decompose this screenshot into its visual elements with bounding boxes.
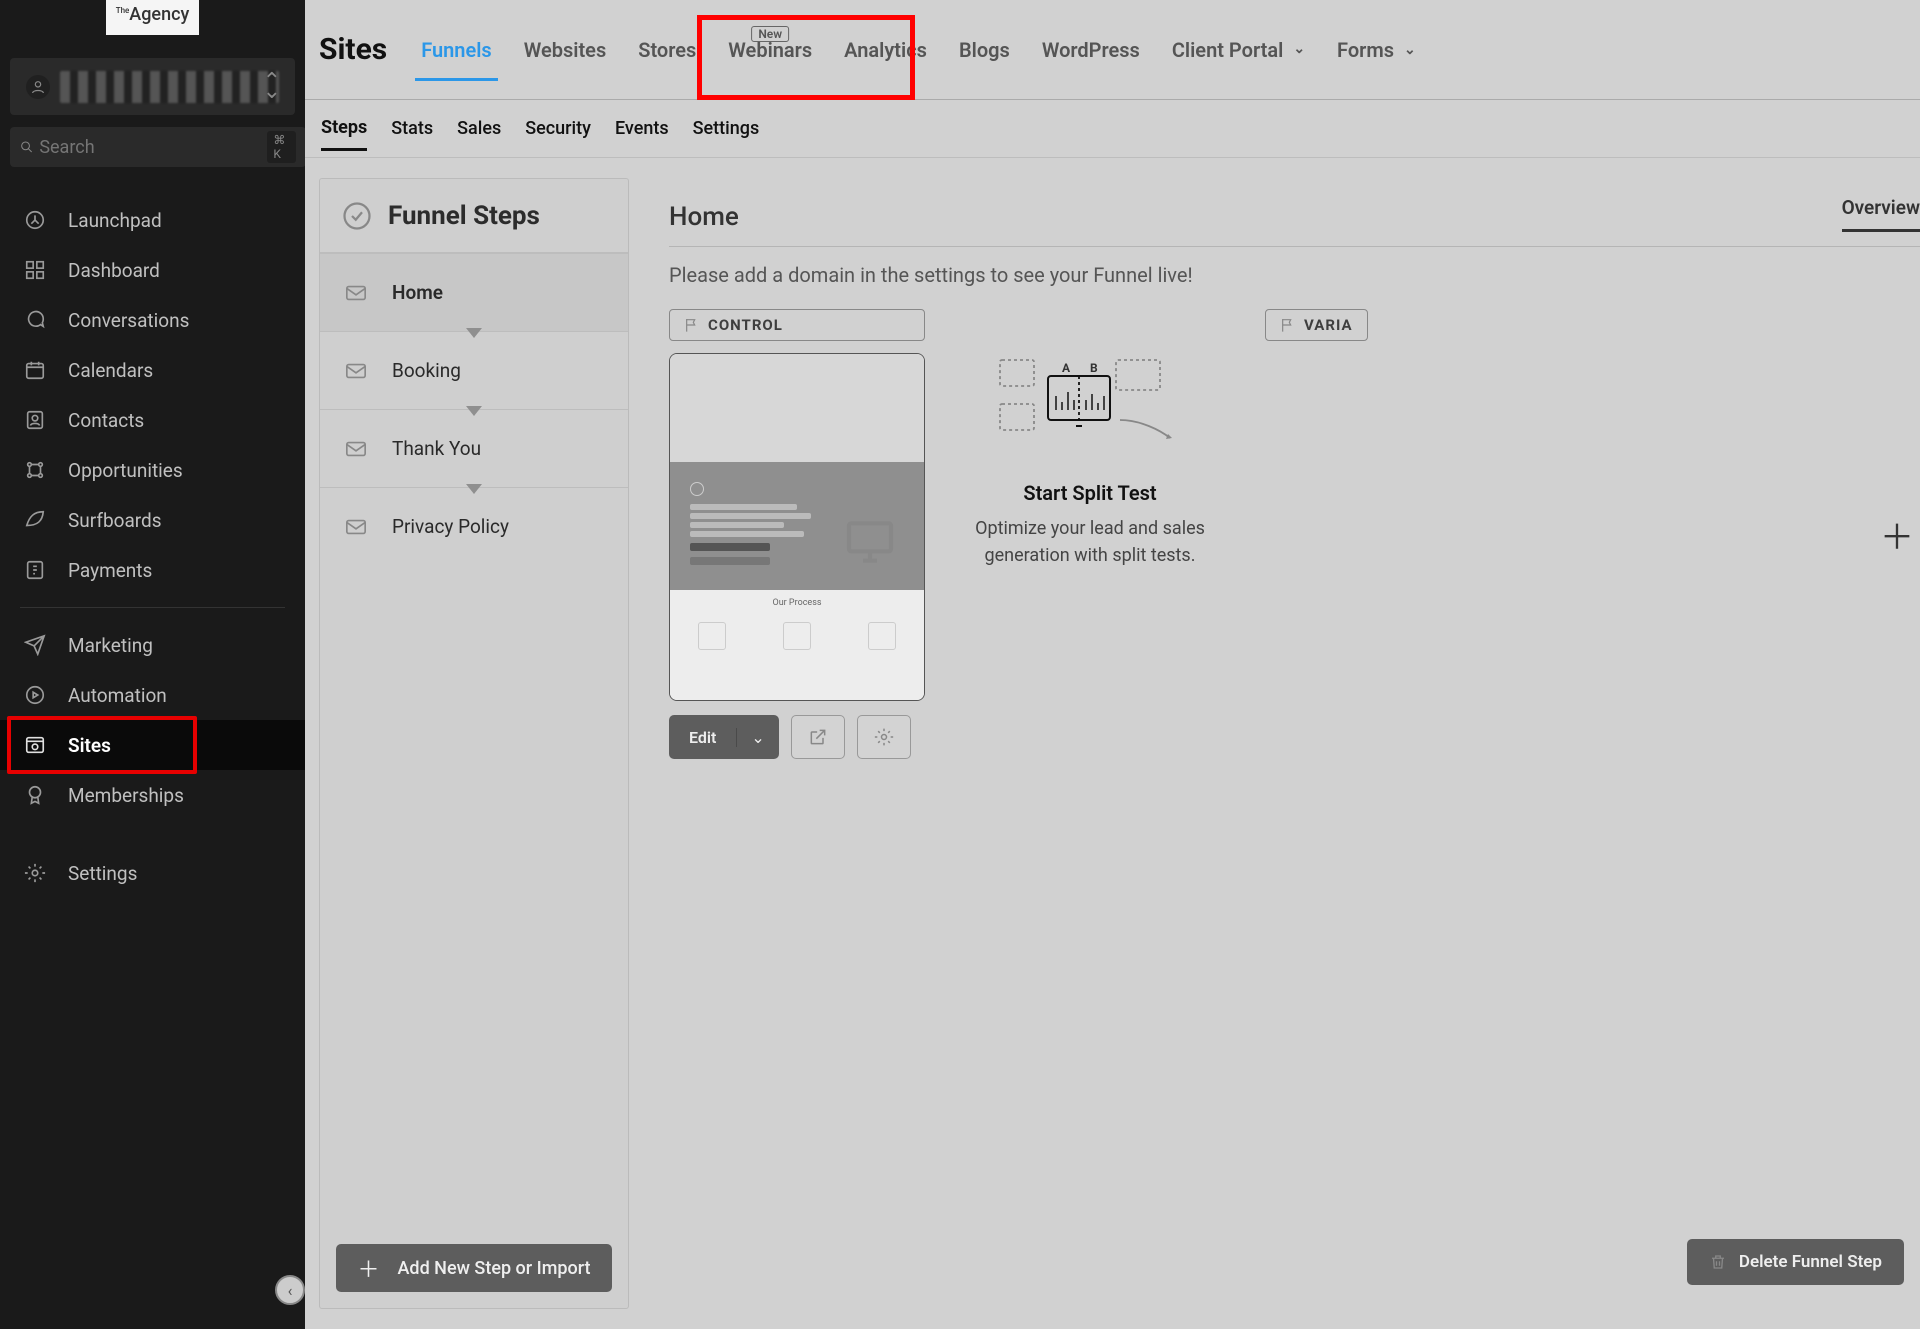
collapse-sidebar-button[interactable]: ‹ xyxy=(275,1275,305,1305)
nav-contacts[interactable]: Contacts xyxy=(0,395,305,445)
tab-webinars[interactable]: NewWebinars xyxy=(712,0,828,99)
nav-automation[interactable]: Automation xyxy=(0,670,305,720)
trash-icon xyxy=(1709,1253,1727,1271)
subtab-stats[interactable]: Stats xyxy=(391,108,433,149)
nav-payments[interactable]: Payments xyxy=(0,545,305,595)
step-detail-panel: Home Overview Please add a domain in the… xyxy=(649,178,1920,1309)
open-external-button[interactable] xyxy=(791,715,845,759)
nav-surfboards[interactable]: Surfboards xyxy=(0,495,305,545)
nav-dashboard[interactable]: Dashboard xyxy=(0,245,305,295)
workspace-selector[interactable]: ⌃⌄ xyxy=(10,58,295,115)
check-circle-icon xyxy=(342,201,372,231)
search-input[interactable] xyxy=(39,137,267,158)
svg-text:A: A xyxy=(1062,361,1071,375)
tab-forms[interactable]: Forms⌄ xyxy=(1321,0,1432,99)
page-title: Sites xyxy=(319,32,387,67)
page-preview[interactable]: Our Process xyxy=(669,353,925,701)
nav-conversations[interactable]: Conversations xyxy=(0,295,305,345)
tab-analytics[interactable]: Analytics xyxy=(828,0,943,99)
tab-funnels[interactable]: Funnels xyxy=(405,0,508,99)
tab-websites[interactable]: Websites xyxy=(508,0,623,99)
domain-warning: Please add a domain in the settings to s… xyxy=(669,263,1920,287)
plus-icon: ＋ xyxy=(357,1252,379,1284)
mail-icon xyxy=(342,516,370,538)
flag-icon xyxy=(684,317,700,333)
subtab-sales[interactable]: Sales xyxy=(457,108,501,149)
detail-tab-overview[interactable]: Overview xyxy=(1842,196,1920,232)
search-shortcut: ⌘ K xyxy=(267,131,296,163)
nav-opportunities[interactable]: Opportunities xyxy=(0,445,305,495)
step-settings-button[interactable] xyxy=(857,715,911,759)
chevron-updown-icon: ⌃⌄ xyxy=(263,77,281,97)
nav-divider xyxy=(20,607,285,608)
nav-sites[interactable]: Sites xyxy=(0,720,305,770)
svg-text:B: B xyxy=(1090,361,1098,375)
main: Sites Funnels Websites Stores NewWebinar… xyxy=(305,0,1920,1329)
chevron-down-icon: ⌄ xyxy=(1293,40,1305,58)
workspace-name-blurred xyxy=(60,71,279,103)
nav-memberships[interactable]: Memberships xyxy=(0,770,305,820)
topbar: Sites Funnels Websites Stores NewWebinar… xyxy=(305,0,1920,100)
edit-dropdown[interactable]: ⌄ xyxy=(736,728,778,747)
variant-variation: VARIA xyxy=(1255,309,1368,341)
step-privacy[interactable]: Privacy Policy xyxy=(320,487,628,565)
nav-settings[interactable]: Settings xyxy=(0,848,305,898)
nav-marketing[interactable]: Marketing xyxy=(0,620,305,670)
gear-icon xyxy=(874,727,894,747)
new-badge: New xyxy=(751,26,789,42)
flag-icon xyxy=(1280,317,1296,333)
search-icon xyxy=(20,138,33,156)
agency-logo: TheAgency xyxy=(106,0,200,35)
nav-launchpad[interactable]: Launchpad xyxy=(0,195,305,245)
step-title: Home xyxy=(669,202,739,232)
variation-tag: VARIA xyxy=(1265,309,1368,341)
mail-icon xyxy=(342,438,370,460)
tab-stores[interactable]: Stores xyxy=(622,0,712,99)
step-thankyou[interactable]: Thank You xyxy=(320,409,628,487)
sidebar: TheAgency ⌃⌄ ⌘ K Launchpad Dashboard Con… xyxy=(0,0,305,1329)
tab-blogs[interactable]: Blogs xyxy=(943,0,1026,99)
subtabs: Steps Stats Sales Security Events Settin… xyxy=(305,100,1920,158)
mail-icon xyxy=(342,360,370,382)
external-link-icon xyxy=(808,727,828,747)
control-tag: CONTROL xyxy=(669,309,925,341)
nav-calendars[interactable]: Calendars xyxy=(0,345,305,395)
split-test-prompt: A B Start Split Test Optimize your lead … xyxy=(965,309,1215,569)
split-test-title: Start Split Test xyxy=(965,481,1215,505)
step-home[interactable]: Home xyxy=(320,253,628,331)
tab-wordpress[interactable]: WordPress xyxy=(1026,0,1156,99)
split-test-icon: A B xyxy=(990,350,1190,460)
subtab-settings[interactable]: Settings xyxy=(693,108,760,149)
user-icon xyxy=(26,75,50,99)
subtab-events[interactable]: Events xyxy=(615,108,669,149)
split-test-desc: Optimize your lead and sales generation … xyxy=(965,515,1215,569)
mail-icon xyxy=(342,282,370,304)
step-booking[interactable]: Booking xyxy=(320,331,628,409)
tab-client-portal[interactable]: Client Portal⌄ xyxy=(1156,0,1321,99)
add-step-button[interactable]: ＋Add New Step or Import xyxy=(336,1244,612,1292)
funnel-steps-panel: Funnel Steps Home Booking Thank You Priv… xyxy=(319,178,629,1309)
add-variation-button[interactable]: ＋ xyxy=(1880,510,1914,559)
primary-nav: Launchpad Dashboard Conversations Calend… xyxy=(0,181,305,912)
subtab-security[interactable]: Security xyxy=(525,108,591,149)
search-input-wrapper[interactable]: ⌘ K xyxy=(10,127,306,167)
delete-funnel-step-button[interactable]: Delete Funnel Step xyxy=(1687,1239,1904,1285)
monitor-icon xyxy=(842,514,898,570)
edit-button[interactable]: Edit⌄ xyxy=(669,715,779,759)
funnel-steps-header: Funnel Steps xyxy=(320,179,628,253)
chevron-down-icon: ⌄ xyxy=(1404,42,1416,58)
variant-control: CONTROL xyxy=(669,309,925,759)
subtab-steps[interactable]: Steps xyxy=(321,107,367,151)
